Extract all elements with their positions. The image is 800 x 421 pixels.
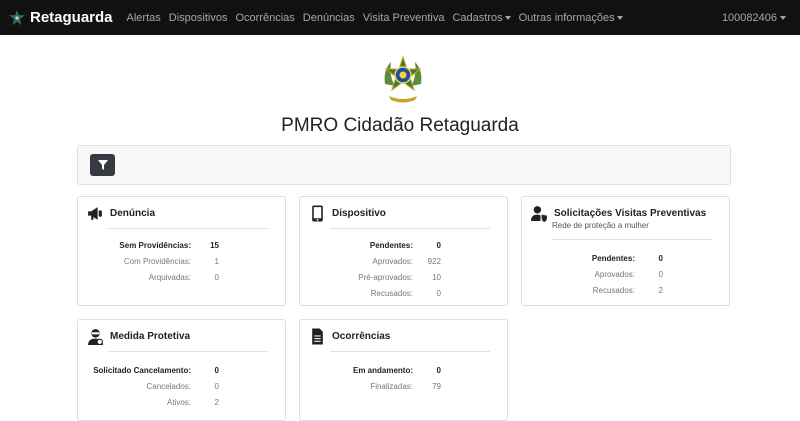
nav-denuncias[interactable]: Denúncias [303,12,355,24]
stat-row: Recusados: 0 [303,289,441,298]
brand-name: Retaguarda [30,9,113,26]
stat-label: Pré-aprovados: [358,273,413,282]
nav-dispositivos[interactable]: Dispositivos [169,12,228,24]
stat-value: 0 [658,270,663,279]
stat-row: Recusados: 2 [525,286,663,295]
caret-down-icon [504,15,511,20]
stat-label: Sem Providências: [119,241,191,250]
document-icon [312,328,323,345]
stat-label: Recusados: [592,286,635,295]
card-title: Dispositivo [332,208,386,219]
card-title: Ocorrências [332,331,391,342]
stat-row: Com Providências: 1 [81,257,219,266]
stat-value: 922 [427,257,441,266]
stat-value: 15 [210,241,219,250]
nav-denuncias-label: Denúncias [302,11,355,24]
card-subtitle: Rede de proteção a mulher [552,221,649,230]
stat-label: Em andamento: [352,366,413,375]
stat-value: 0 [436,289,441,298]
caret-down-icon [780,15,786,20]
user-shield-icon [531,206,547,222]
stat-label: Pendentes: [369,241,413,250]
card-title: Denúncia [110,208,156,219]
stat-row: Pré-aprovados: 10 [303,273,441,282]
stat-row: Aprovados: 0 [525,270,663,279]
card-title: Medida Protetiva [110,331,191,342]
user-mask-icon [88,329,103,345]
coat-of-arms-emblem [384,55,422,103]
card-title: Solicitações Visitas Preventivas [554,208,707,219]
card-solicitacoes-visitas: Solicitações Visitas Preventivas Rede de… [521,196,730,306]
stat-row: Cancelados: 0 [81,382,219,391]
stat-row: Arquivadas: 0 [81,273,219,282]
stat-row: Sem Providências: 15 [81,241,219,250]
stat-label: Recusados: [370,289,413,298]
nav-alertas-label: Alertas [126,11,161,24]
stat-value: 0 [436,366,441,375]
stat-label: Com Providências: [123,257,191,266]
divider [108,351,268,352]
navbar: Retaguarda Alertas Dispositivos Ocorrênc… [0,0,800,35]
stat-value: 1 [214,257,219,266]
nav-visita-preventiva[interactable]: Visita Preventiva [363,12,445,24]
divider [330,351,490,352]
divider [330,228,490,229]
filter-button[interactable] [90,154,115,176]
caret-down-icon [616,15,623,20]
stat-value: 10 [432,273,441,282]
nav-cadastros-dropdown[interactable]: Cadastros [452,11,511,24]
divider [108,228,268,229]
stat-value: 0 [436,241,441,250]
brand-link[interactable]: Retaguarda [8,9,113,27]
nav-ocorrencias-label: Ocorrências [235,11,295,24]
user-id: 100082406 [721,11,777,24]
card-dispositivo: Dispositivo Pendentes: 0 Aprovados: 922 Pr… [299,196,508,306]
stat-label: Solicitado Cancelamento: [93,366,191,375]
stat-value: 0 [658,254,663,263]
stat-row: Aprovados: 922 [303,257,441,266]
stat-label: Finalizadas: [370,382,413,391]
stat-row: Em andamento: 0 [303,366,441,375]
nav-dispositivos-label: Dispositivos [168,11,228,24]
stat-value: 0 [214,273,219,282]
page-title: PMRO Cidadão Retaguarda [281,115,519,136]
stat-row: Solicitado Cancelamento: 0 [81,366,219,375]
user-menu-dropdown[interactable]: 100082406 [722,0,786,35]
brand-logo-icon [8,9,26,25]
card-ocorrencias: Ocorrências Em andamento: 0 Finalizadas: 7… [299,319,508,421]
stat-value: 0 [214,382,219,391]
mobile-icon [312,205,323,222]
filter-icon [97,160,108,170]
stat-label: Aprovados: [594,270,635,279]
stat-label: Arquivadas: [148,273,191,282]
card-denuncia: Denúncia Sem Providências: 15 Com Providê… [77,196,286,306]
stat-label: Aprovados: [372,257,413,266]
stat-value: 79 [432,382,441,391]
nav-ocorrencias[interactable]: Ocorrências [235,12,294,24]
nav-cadastros-label: Cadastros [452,11,503,24]
stat-value: 2 [658,286,663,295]
card-medida-protetiva: Medida Protetiva Solicitado Cancelamento… [77,319,286,421]
filter-bar [77,145,731,185]
divider [552,239,712,240]
stat-label: Cancelados: [146,382,191,391]
stat-row: Pendentes: 0 [303,241,441,250]
nav-visita-preventiva-label: Visita Preventiva [362,11,445,24]
stat-row: Finalizadas: 79 [303,382,441,391]
stat-label: Pendentes: [591,254,635,263]
stat-row: Pendentes: 0 [525,254,663,263]
nav-outras-informacoes-dropdown[interactable]: Outras informações [519,12,623,24]
nav-outras-label: Outras informações [518,11,615,24]
megaphone-icon [88,207,102,220]
nav-alertas[interactable]: Alertas [127,12,161,24]
stat-value: 0 [214,366,219,375]
